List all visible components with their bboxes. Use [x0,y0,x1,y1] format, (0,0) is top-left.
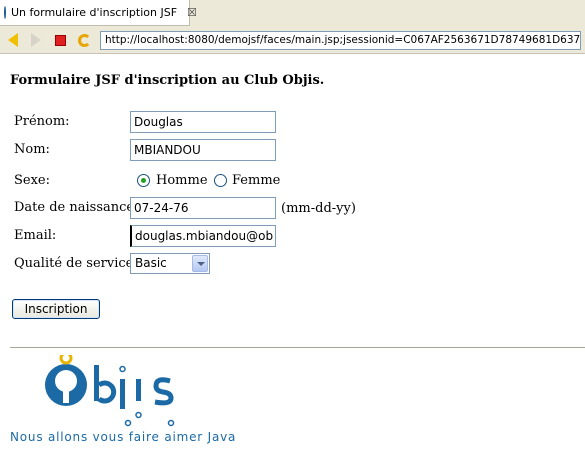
browser-tab-bar: Un formulaire d'inscription JSF ☒ [0,0,585,27]
email-input[interactable]: douglas.mbiandou@ob [130,225,276,247]
nom-label: Nom: [14,142,50,157]
date-input[interactable]: 07-24-76 [130,197,276,219]
radio-femme-label: Femme [232,173,281,188]
logo-tagline: Nous allons vous faire aimer Java [10,430,237,444]
refresh-button[interactable] [75,31,93,49]
form-row-prenom: Prénom: Douglas [14,111,574,133]
sexe-label: Sexe: [14,173,51,188]
radio-homme-label: Homme [156,173,208,188]
email-label: Email: [14,228,57,243]
date-label: Date de naissance: [14,200,139,215]
prenom-label: Prénom: [14,114,70,129]
form-row-sexe: Sexe: Homme Femme [14,170,574,192]
objis-logo-icon [45,355,175,427]
inscription-button[interactable]: Inscription [12,299,100,319]
stop-button[interactable] [51,31,69,49]
stop-icon [54,34,66,46]
back-button[interactable] [4,31,22,49]
date-format-hint: (mm-dd-yy) [281,201,356,216]
browser-tab[interactable]: Un formulaire d'inscription JSF ☒ [0,0,197,26]
qualite-label: Qualité de service: [14,256,138,271]
address-bar[interactable]: http://localhost:8080/demojsf/faces/main… [100,31,581,50]
back-arrow-icon [8,33,18,47]
page-title: Formulaire JSF d'inscription au Club Obj… [10,73,325,88]
radio-homme[interactable] [137,174,150,187]
tab-title: Un formulaire d'inscription JSF [11,6,178,19]
prenom-input[interactable]: Douglas [130,111,276,133]
forward-button[interactable] [27,31,45,49]
form-row-nom: Nom: MBIANDOU [14,139,574,161]
refresh-icon [77,33,91,47]
form-row-date: Date de naissance: 07-24-76 (mm-dd-yy) [14,197,574,219]
browser-toolbar: http://localhost:8080/demojsf/faces/main… [0,27,585,54]
nom-input[interactable]: MBIANDOU [130,139,276,161]
forward-arrow-icon [31,33,41,47]
globe-icon [4,6,6,19]
divider [10,347,585,349]
qualite-select[interactable]: Basic [130,253,210,274]
radio-femme[interactable] [214,174,227,187]
form-row-qualite: Qualité de service: Basic [14,253,574,275]
form-row-email: Email: douglas.mbiandou@ob [14,225,574,247]
close-icon[interactable]: ☒ [187,6,197,19]
qualite-selected-value: Basic [135,256,167,270]
page-content: Formulaire JSF d'inscription au Club Obj… [0,55,585,464]
chevron-down-icon[interactable] [192,255,208,272]
objis-logo: Nous allons vous faire aimer Java [10,355,260,455]
